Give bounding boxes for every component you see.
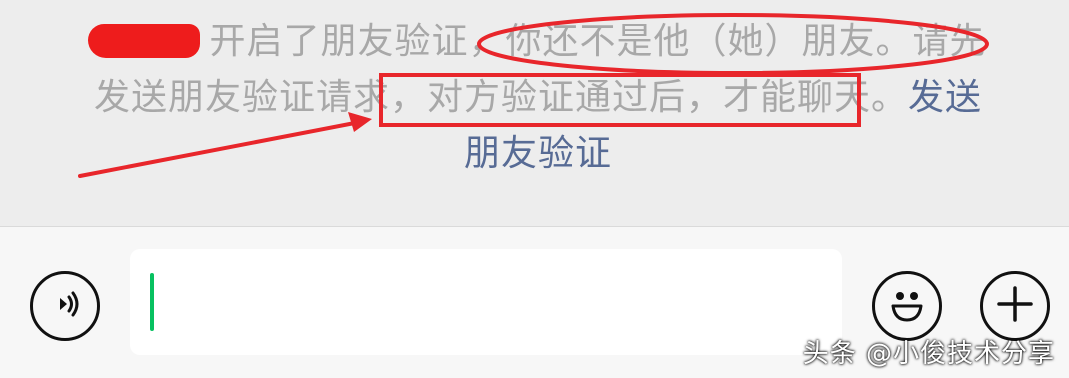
redaction-mark (88, 24, 200, 58)
voice-wave-icon (45, 284, 85, 328)
system-message: 开启了朋友验证，你还不是他（她）朋友。请先发送朋友验证请求，对方验证通过后，才能… (78, 14, 998, 182)
system-message-text-1: 开启了朋友验证， (209, 21, 506, 62)
smiley-face-icon (882, 279, 932, 333)
voice-button[interactable] (30, 271, 100, 341)
system-message-text-2: 你还不是他（她）朋友。 (505, 21, 913, 62)
plus-icon (993, 282, 1037, 330)
more-button[interactable] (980, 271, 1050, 341)
emoji-button[interactable] (872, 271, 942, 341)
chat-area: 开启了朋友验证，你还不是他（她）朋友。请先发送朋友验证请求，对方验证通过后，才能… (0, 0, 1069, 226)
message-input[interactable] (130, 249, 842, 355)
text-caret (150, 273, 154, 331)
watermark: 头条 @小俊技术分享 (802, 339, 1055, 369)
system-message-text-4: 对方验证通过后，才能聊天。 (426, 77, 908, 118)
